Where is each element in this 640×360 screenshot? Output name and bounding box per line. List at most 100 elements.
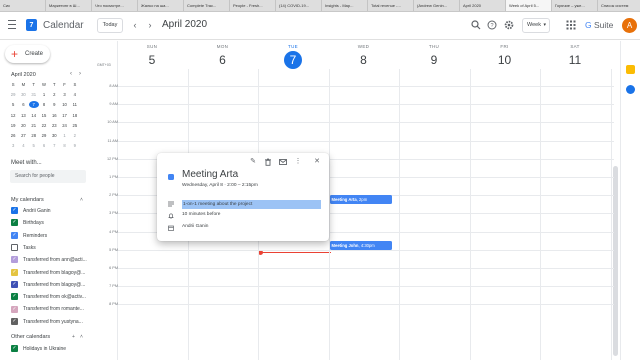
pencil-icon[interactable]: ✎ <box>249 158 257 166</box>
checkbox-icon[interactable]: ✓ <box>11 280 18 288</box>
add-calendar-icon[interactable]: + <box>72 334 75 340</box>
mini-day[interactable]: 15 <box>39 112 49 119</box>
envelope-icon[interactable] <box>279 158 287 166</box>
checkbox-icon[interactable] <box>11 244 18 252</box>
browser-tab[interactable]: April 2020 <box>460 0 506 11</box>
mini-day[interactable]: 22 <box>39 122 49 129</box>
mini-day[interactable]: 19 <box>8 122 18 129</box>
settings-gear-icon[interactable] <box>504 20 514 30</box>
apps-grid-icon[interactable] <box>566 20 576 30</box>
mini-day[interactable]: 9 <box>70 142 80 149</box>
browser-tab[interactable]: Insights - Map... <box>322 0 368 11</box>
mini-day[interactable]: 3 <box>59 91 69 98</box>
mini-day[interactable]: 2 <box>49 91 59 98</box>
mini-day[interactable]: 14 <box>29 112 39 119</box>
calendar-item[interactable]: ✓ Transferred from romante... <box>11 305 91 315</box>
search-people-input[interactable]: Search for people <box>10 170 86 183</box>
mini-day[interactable]: 31 <box>29 91 39 98</box>
mini-day[interactable]: 26 <box>8 132 18 139</box>
day-number[interactable]: 8 <box>355 51 373 69</box>
calendar-item[interactable]: ✓ Transferred from ok@activ... <box>11 293 91 303</box>
search-icon[interactable] <box>471 20 481 30</box>
mini-day[interactable]: 4 <box>70 91 80 98</box>
day-number[interactable]: 9 <box>425 51 443 69</box>
keep-icon[interactable] <box>626 65 635 74</box>
day-number[interactable]: 7 <box>284 51 302 69</box>
browser-tab[interactable]: (Andrew Genin... <box>414 0 460 11</box>
calendar-item[interactable]: Tasks <box>11 244 91 254</box>
calendar-item[interactable]: ✓ Reminders <box>11 231 91 242</box>
mini-day[interactable]: 13 <box>18 112 28 119</box>
calendar-item[interactable]: ✓ Transferred from blagoy@... <box>11 280 91 291</box>
calendar-event[interactable]: Meeting Arta, 2pm <box>329 195 392 205</box>
browser-tab[interactable]: Total revenue -... <box>368 0 414 11</box>
day-number[interactable]: 6 <box>214 51 232 69</box>
mini-day[interactable]: 6 <box>18 101 28 108</box>
next-week-icon[interactable]: › <box>144 19 156 31</box>
checkbox-icon[interactable]: ✓ <box>11 256 18 264</box>
mini-day[interactable]: 9 <box>49 101 59 108</box>
account-avatar[interactable]: A <box>622 18 637 33</box>
create-button[interactable]: + Create <box>5 45 50 63</box>
calendar-item[interactable]: ✓ Transferred from yustyna... <box>11 317 91 328</box>
browser-tab[interactable]: People - Fresh... <box>230 0 276 11</box>
prev-week-icon[interactable]: ‹ <box>129 19 141 31</box>
mini-day[interactable]: 8 <box>39 101 49 108</box>
mini-day[interactable]: 29 <box>8 91 18 98</box>
mini-day[interactable]: 11 <box>70 101 80 108</box>
calendar-event[interactable]: Meeting John, 4:30pm <box>329 240 392 250</box>
day-header[interactable]: MON 6 <box>188 41 258 69</box>
browser-tab[interactable]: Сис <box>0 0 46 11</box>
event-description[interactable]: 1-on-1 meeting about the project <box>182 200 321 209</box>
day-header[interactable]: SAT 11 <box>540 41 610 69</box>
mini-day[interactable]: 20 <box>18 122 28 129</box>
mini-day[interactable]: 25 <box>70 122 80 129</box>
checkbox-icon[interactable]: ✓ <box>11 231 18 239</box>
mini-day[interactable]: 4 <box>18 142 28 149</box>
day-header[interactable]: WED 8 <box>329 41 399 69</box>
help-icon[interactable]: ? <box>487 20 497 30</box>
browser-tab[interactable]: Маркетинг в Ш... <box>46 0 92 11</box>
calendar-item[interactable]: ✓ Transferred from blagoy@... <box>11 268 91 279</box>
browser-tab[interactable]: Что посмотре... <box>92 0 138 11</box>
calendar-item[interactable]: ✓ Andrii Ganin <box>11 207 91 217</box>
browser-tab[interactable]: Список систем <box>598 0 640 11</box>
trash-icon[interactable] <box>264 158 272 166</box>
mini-day[interactable]: 10 <box>59 101 69 108</box>
main-menu-icon[interactable] <box>8 20 16 30</box>
mini-day[interactable]: 24 <box>59 122 69 129</box>
mini-day[interactable]: 23 <box>49 122 59 129</box>
mini-day[interactable]: 3 <box>8 142 18 149</box>
mini-day[interactable]: 2 <box>70 132 80 139</box>
mini-day[interactable]: 8 <box>59 142 69 149</box>
mini-day[interactable]: 16 <box>49 112 59 119</box>
calendar-item[interactable]: ✓ Birthdays <box>11 219 91 229</box>
mini-next-icon[interactable]: › <box>79 71 81 77</box>
mini-day[interactable]: 7 <box>49 142 59 149</box>
checkbox-icon[interactable]: ✓ <box>11 305 18 313</box>
mini-day[interactable]: 7 <box>28 101 39 109</box>
calendar-item[interactable]: ✓ Holidays in Ukraine <box>11 345 91 355</box>
day-header[interactable]: SUN 5 <box>117 41 187 69</box>
tasks-icon[interactable] <box>626 85 635 94</box>
more-vert-icon[interactable]: ⋮ <box>294 158 302 166</box>
mini-day[interactable]: 6 <box>39 142 49 149</box>
view-select[interactable]: Week ▾ <box>522 18 550 33</box>
checkbox-icon[interactable]: ✓ <box>11 317 18 325</box>
checkbox-icon[interactable]: ✓ <box>11 207 18 215</box>
mini-prev-icon[interactable]: ‹ <box>70 71 72 77</box>
checkbox-icon[interactable]: ✓ <box>11 345 18 353</box>
chevron-up-icon[interactable]: ˄ <box>80 334 83 340</box>
mini-day[interactable]: 21 <box>29 122 39 129</box>
other-calendars-title[interactable]: Other calendars <box>11 334 50 340</box>
chevron-up-icon[interactable]: ˄ <box>80 197 83 203</box>
mini-day[interactable]: 18 <box>70 112 80 119</box>
mini-day[interactable]: 12 <box>8 112 18 119</box>
day-header[interactable]: TUE 7 <box>258 41 328 69</box>
mini-day[interactable]: 17 <box>59 112 69 119</box>
calendar-item[interactable]: ✓ Transferred from ann@acti... <box>11 256 91 266</box>
browser-tab[interactable]: Жалко на ша... <box>138 0 184 11</box>
close-icon[interactable]: ✕ <box>313 158 321 166</box>
checkbox-icon[interactable]: ✓ <box>11 293 18 301</box>
mini-day[interactable]: 1 <box>59 132 69 139</box>
